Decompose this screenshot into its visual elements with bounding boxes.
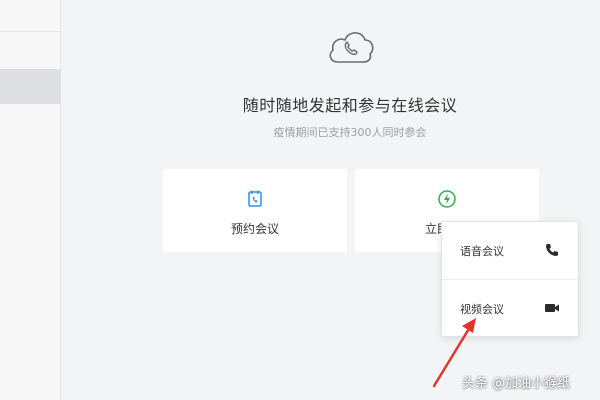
meeting-type-dropdown: 语音会议 视频会议 xyxy=(441,221,579,337)
sidebar xyxy=(0,0,61,400)
video-meeting-menu-item[interactable]: 视频会议 xyxy=(442,280,578,336)
sidebar-item-selected[interactable] xyxy=(0,69,61,104)
lightning-icon xyxy=(438,190,456,208)
page-title: 随时随地发起和参与在线会议 xyxy=(242,96,458,115)
video-meeting-label: 视频会议 xyxy=(460,303,504,316)
voice-meeting-menu-item[interactable]: 语音会议 xyxy=(442,222,578,278)
watermark: 头条 @加油小猴纸 xyxy=(462,376,571,391)
cloud-phone-icon xyxy=(329,32,374,63)
page-subtitle: 疫情期间已支持300人同时参会 xyxy=(273,126,427,139)
schedule-meeting-label: 预约会议 xyxy=(230,222,279,236)
voice-meeting-label: 语音会议 xyxy=(460,245,504,258)
video-camera-icon xyxy=(545,304,559,312)
calendar-phone-icon xyxy=(248,190,262,207)
phone-icon xyxy=(546,244,558,256)
sidebar-divider xyxy=(0,31,61,32)
schedule-meeting-button[interactable]: 预约会议 xyxy=(163,169,347,252)
